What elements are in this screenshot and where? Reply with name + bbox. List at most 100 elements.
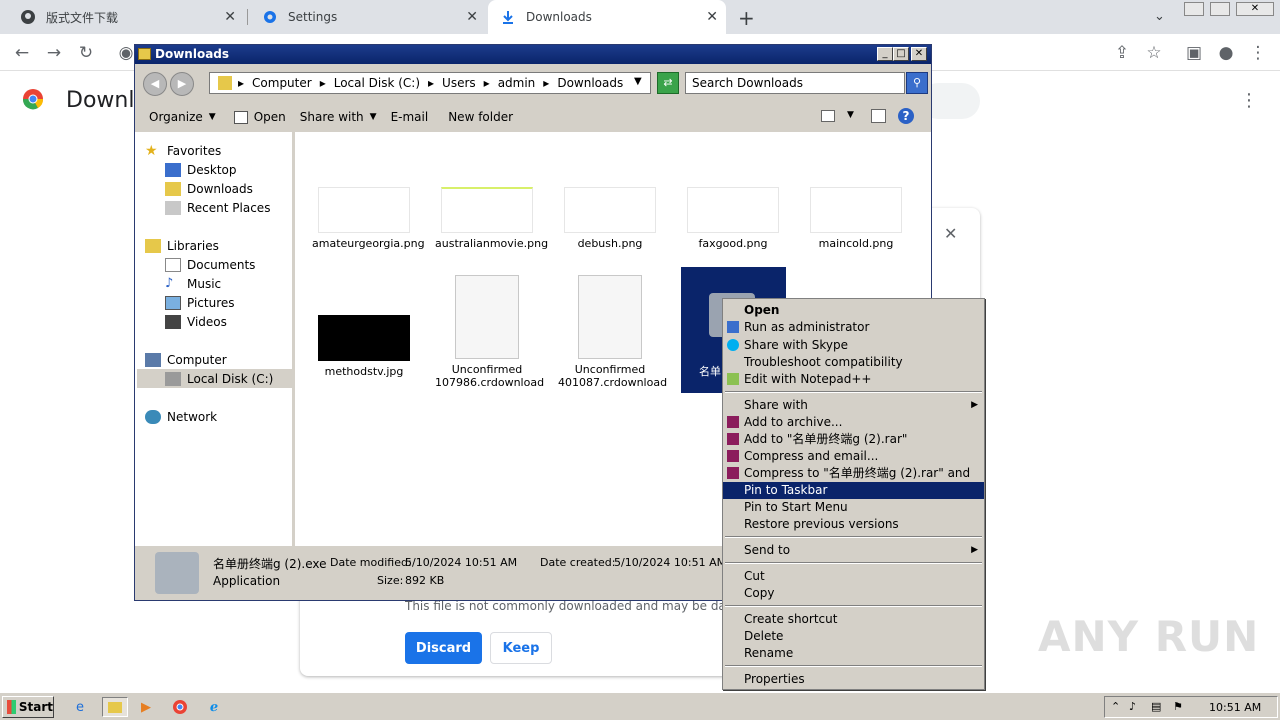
breadcrumb-users[interactable]: Users bbox=[442, 76, 476, 90]
nav-local-disk[interactable]: Local Disk (C:) bbox=[165, 370, 273, 388]
search-icon[interactable]: ⚲ bbox=[906, 72, 928, 94]
menu-open[interactable]: Open bbox=[723, 302, 984, 319]
share-icon[interactable]: ⇪ bbox=[1112, 43, 1132, 63]
file-item[interactable]: Unconfirmed 401087.crdownload bbox=[558, 275, 667, 389]
help-icon[interactable]: ? bbox=[898, 108, 914, 124]
nav-downloads[interactable]: Downloads bbox=[165, 180, 253, 198]
close-tab-icon[interactable]: ✕ bbox=[706, 9, 718, 25]
start-button[interactable]: Start bbox=[2, 696, 54, 718]
menu-copy[interactable]: Copy bbox=[723, 585, 984, 602]
discard-button[interactable]: Discard bbox=[405, 632, 482, 664]
menu-restore-versions[interactable]: Restore previous versions bbox=[723, 516, 984, 533]
chrome-menu-icon[interactable]: ⋮ bbox=[1248, 43, 1268, 63]
ie-icon[interactable]: e bbox=[70, 697, 90, 717]
tab-search-icon[interactable]: ⌄ bbox=[1154, 9, 1165, 24]
nav-network[interactable]: Network bbox=[145, 408, 217, 426]
breadcrumb-local-disk[interactable]: Local Disk (C:) bbox=[334, 76, 420, 90]
menu-pin-taskbar[interactable]: Pin to Taskbar bbox=[723, 482, 984, 499]
back-arrow-icon[interactable]: ◀ bbox=[143, 72, 167, 96]
breadcrumb-computer[interactable]: Computer bbox=[252, 76, 312, 90]
nav-favorites[interactable]: ★ Favorites bbox=[145, 142, 221, 160]
breadcrumb-admin[interactable]: admin bbox=[498, 76, 536, 90]
explorer-title-bar[interactable]: Downloads bbox=[135, 45, 931, 64]
file-item[interactable]: debush.png bbox=[558, 187, 662, 250]
tab-downloads[interactable]: Downloads ✕ bbox=[488, 0, 726, 34]
menu-pin-start[interactable]: Pin to Start Menu bbox=[723, 499, 984, 516]
menu-add-archive[interactable]: Add to archive... bbox=[723, 414, 984, 431]
volume-icon[interactable]: ♪ bbox=[1129, 700, 1136, 713]
minimize-icon[interactable] bbox=[1184, 2, 1204, 16]
media-player-icon[interactable]: ▶ bbox=[136, 697, 156, 717]
flag-icon[interactable]: ⚑ bbox=[1173, 700, 1183, 713]
edge-icon[interactable]: ℯ bbox=[204, 697, 224, 717]
nav-music[interactable]: ♪ Music bbox=[165, 275, 221, 293]
preview-pane-icon[interactable] bbox=[871, 109, 886, 123]
menu-edit-notepadpp[interactable]: Edit with Notepad++ bbox=[723, 371, 984, 388]
network-tray-icon[interactable]: ▤ bbox=[1151, 700, 1161, 713]
reload-icon[interactable]: ↻ bbox=[76, 43, 96, 63]
file-item[interactable]: faxgood.png bbox=[681, 187, 785, 250]
refresh-icon[interactable]: ⇄ bbox=[657, 72, 679, 94]
tray-expand-icon[interactable]: ⌃ bbox=[1111, 700, 1120, 713]
close-window-icon[interactable]: ✕ bbox=[1236, 2, 1274, 16]
side-panel-icon[interactable]: ▣ bbox=[1184, 43, 1204, 63]
share-with-button[interactable]: Share with bbox=[300, 110, 364, 124]
menu-share-skype[interactable]: Share with Skype bbox=[723, 337, 984, 354]
restore-icon[interactable] bbox=[1210, 2, 1230, 16]
menu-cut[interactable]: Cut bbox=[723, 568, 984, 585]
bookmark-star-icon[interactable]: ☆ bbox=[1144, 43, 1164, 63]
address-bar[interactable]: ▸ Computer ▸ Local Disk (C:) ▸ Users ▸ a… bbox=[209, 72, 651, 94]
nav-videos[interactable]: Videos bbox=[165, 313, 227, 331]
page-title: Downl bbox=[66, 88, 135, 113]
menu-delete[interactable]: Delete bbox=[723, 628, 984, 645]
maximize-button[interactable]: □ bbox=[893, 47, 909, 61]
breadcrumb-downloads[interactable]: Downloads bbox=[557, 76, 623, 90]
forward-arrow-icon[interactable]: ▶ bbox=[170, 72, 194, 96]
close-tab-icon[interactable]: ✕ bbox=[224, 9, 236, 25]
menu-properties[interactable]: Properties bbox=[723, 671, 984, 688]
tab-download-page[interactable]: 版式文件下载 ✕ bbox=[8, 0, 244, 34]
new-folder-button[interactable]: New folder bbox=[448, 110, 513, 124]
nav-computer[interactable]: Computer bbox=[145, 351, 227, 369]
nav-pictures[interactable]: Pictures bbox=[165, 294, 235, 312]
file-item[interactable]: maincold.png bbox=[804, 187, 908, 250]
clock[interactable]: 10:51 AM bbox=[1209, 701, 1261, 714]
menu-send-to[interactable]: Send to ▶ bbox=[723, 542, 984, 559]
file-item[interactable]: amateurgeorgia.png bbox=[312, 187, 425, 250]
search-input[interactable]: Search Downloads bbox=[685, 72, 905, 94]
email-button[interactable]: E-mail bbox=[391, 110, 429, 124]
file-item[interactable]: methodstv.jpg bbox=[312, 315, 416, 378]
menu-share-with[interactable]: Share with ▶ bbox=[723, 397, 984, 414]
close-tab-icon[interactable]: ✕ bbox=[466, 9, 478, 25]
new-tab-icon[interactable]: + bbox=[738, 6, 755, 30]
keep-button[interactable]: Keep bbox=[490, 632, 552, 664]
close-button[interactable]: ✕ bbox=[911, 47, 927, 61]
explorer-taskbar-icon[interactable] bbox=[102, 697, 128, 717]
views-icon[interactable] bbox=[821, 110, 835, 122]
views-dropdown-icon[interactable]: ▼ bbox=[847, 110, 854, 120]
back-icon[interactable]: ← bbox=[12, 43, 32, 63]
menu-run-as-admin[interactable]: Run as administrator bbox=[723, 319, 984, 336]
tab-settings[interactable]: Settings ✕ bbox=[250, 0, 486, 34]
menu-add-rar[interactable]: Add to "名单册终端g (2).rar" bbox=[723, 431, 984, 448]
menu-rename[interactable]: Rename bbox=[723, 645, 984, 662]
nav-documents[interactable]: Documents bbox=[165, 256, 255, 274]
open-button[interactable]: Open bbox=[254, 110, 286, 124]
nav-desktop[interactable]: Desktop bbox=[165, 161, 237, 179]
minimize-button[interactable]: _ bbox=[877, 47, 893, 61]
file-item[interactable]: Unconfirmed 107986.crdownload bbox=[435, 275, 544, 389]
menu-troubleshoot[interactable]: Troubleshoot compatibility bbox=[723, 354, 984, 371]
nav-recent-places[interactable]: Recent Places bbox=[165, 199, 270, 217]
file-item[interactable]: australianmovie.png bbox=[435, 187, 548, 250]
menu-compress-rar-email[interactable]: Compress to "名单册终端g (2).rar" and email bbox=[723, 465, 984, 497]
organize-button[interactable]: Organize bbox=[149, 110, 203, 124]
remove-item-icon[interactable]: ✕ bbox=[944, 224, 957, 243]
chrome-taskbar-icon[interactable] bbox=[170, 697, 190, 717]
address-dropdown-icon[interactable]: ▼ bbox=[634, 76, 642, 87]
profile-avatar-icon[interactable]: ● bbox=[1216, 43, 1236, 63]
menu-compress-email[interactable]: Compress and email... bbox=[723, 448, 984, 465]
forward-icon[interactable]: → bbox=[44, 43, 64, 63]
nav-libraries[interactable]: Libraries bbox=[145, 237, 219, 255]
menu-create-shortcut[interactable]: Create shortcut bbox=[723, 611, 984, 628]
page-menu-icon[interactable]: ⋮ bbox=[1240, 90, 1258, 111]
